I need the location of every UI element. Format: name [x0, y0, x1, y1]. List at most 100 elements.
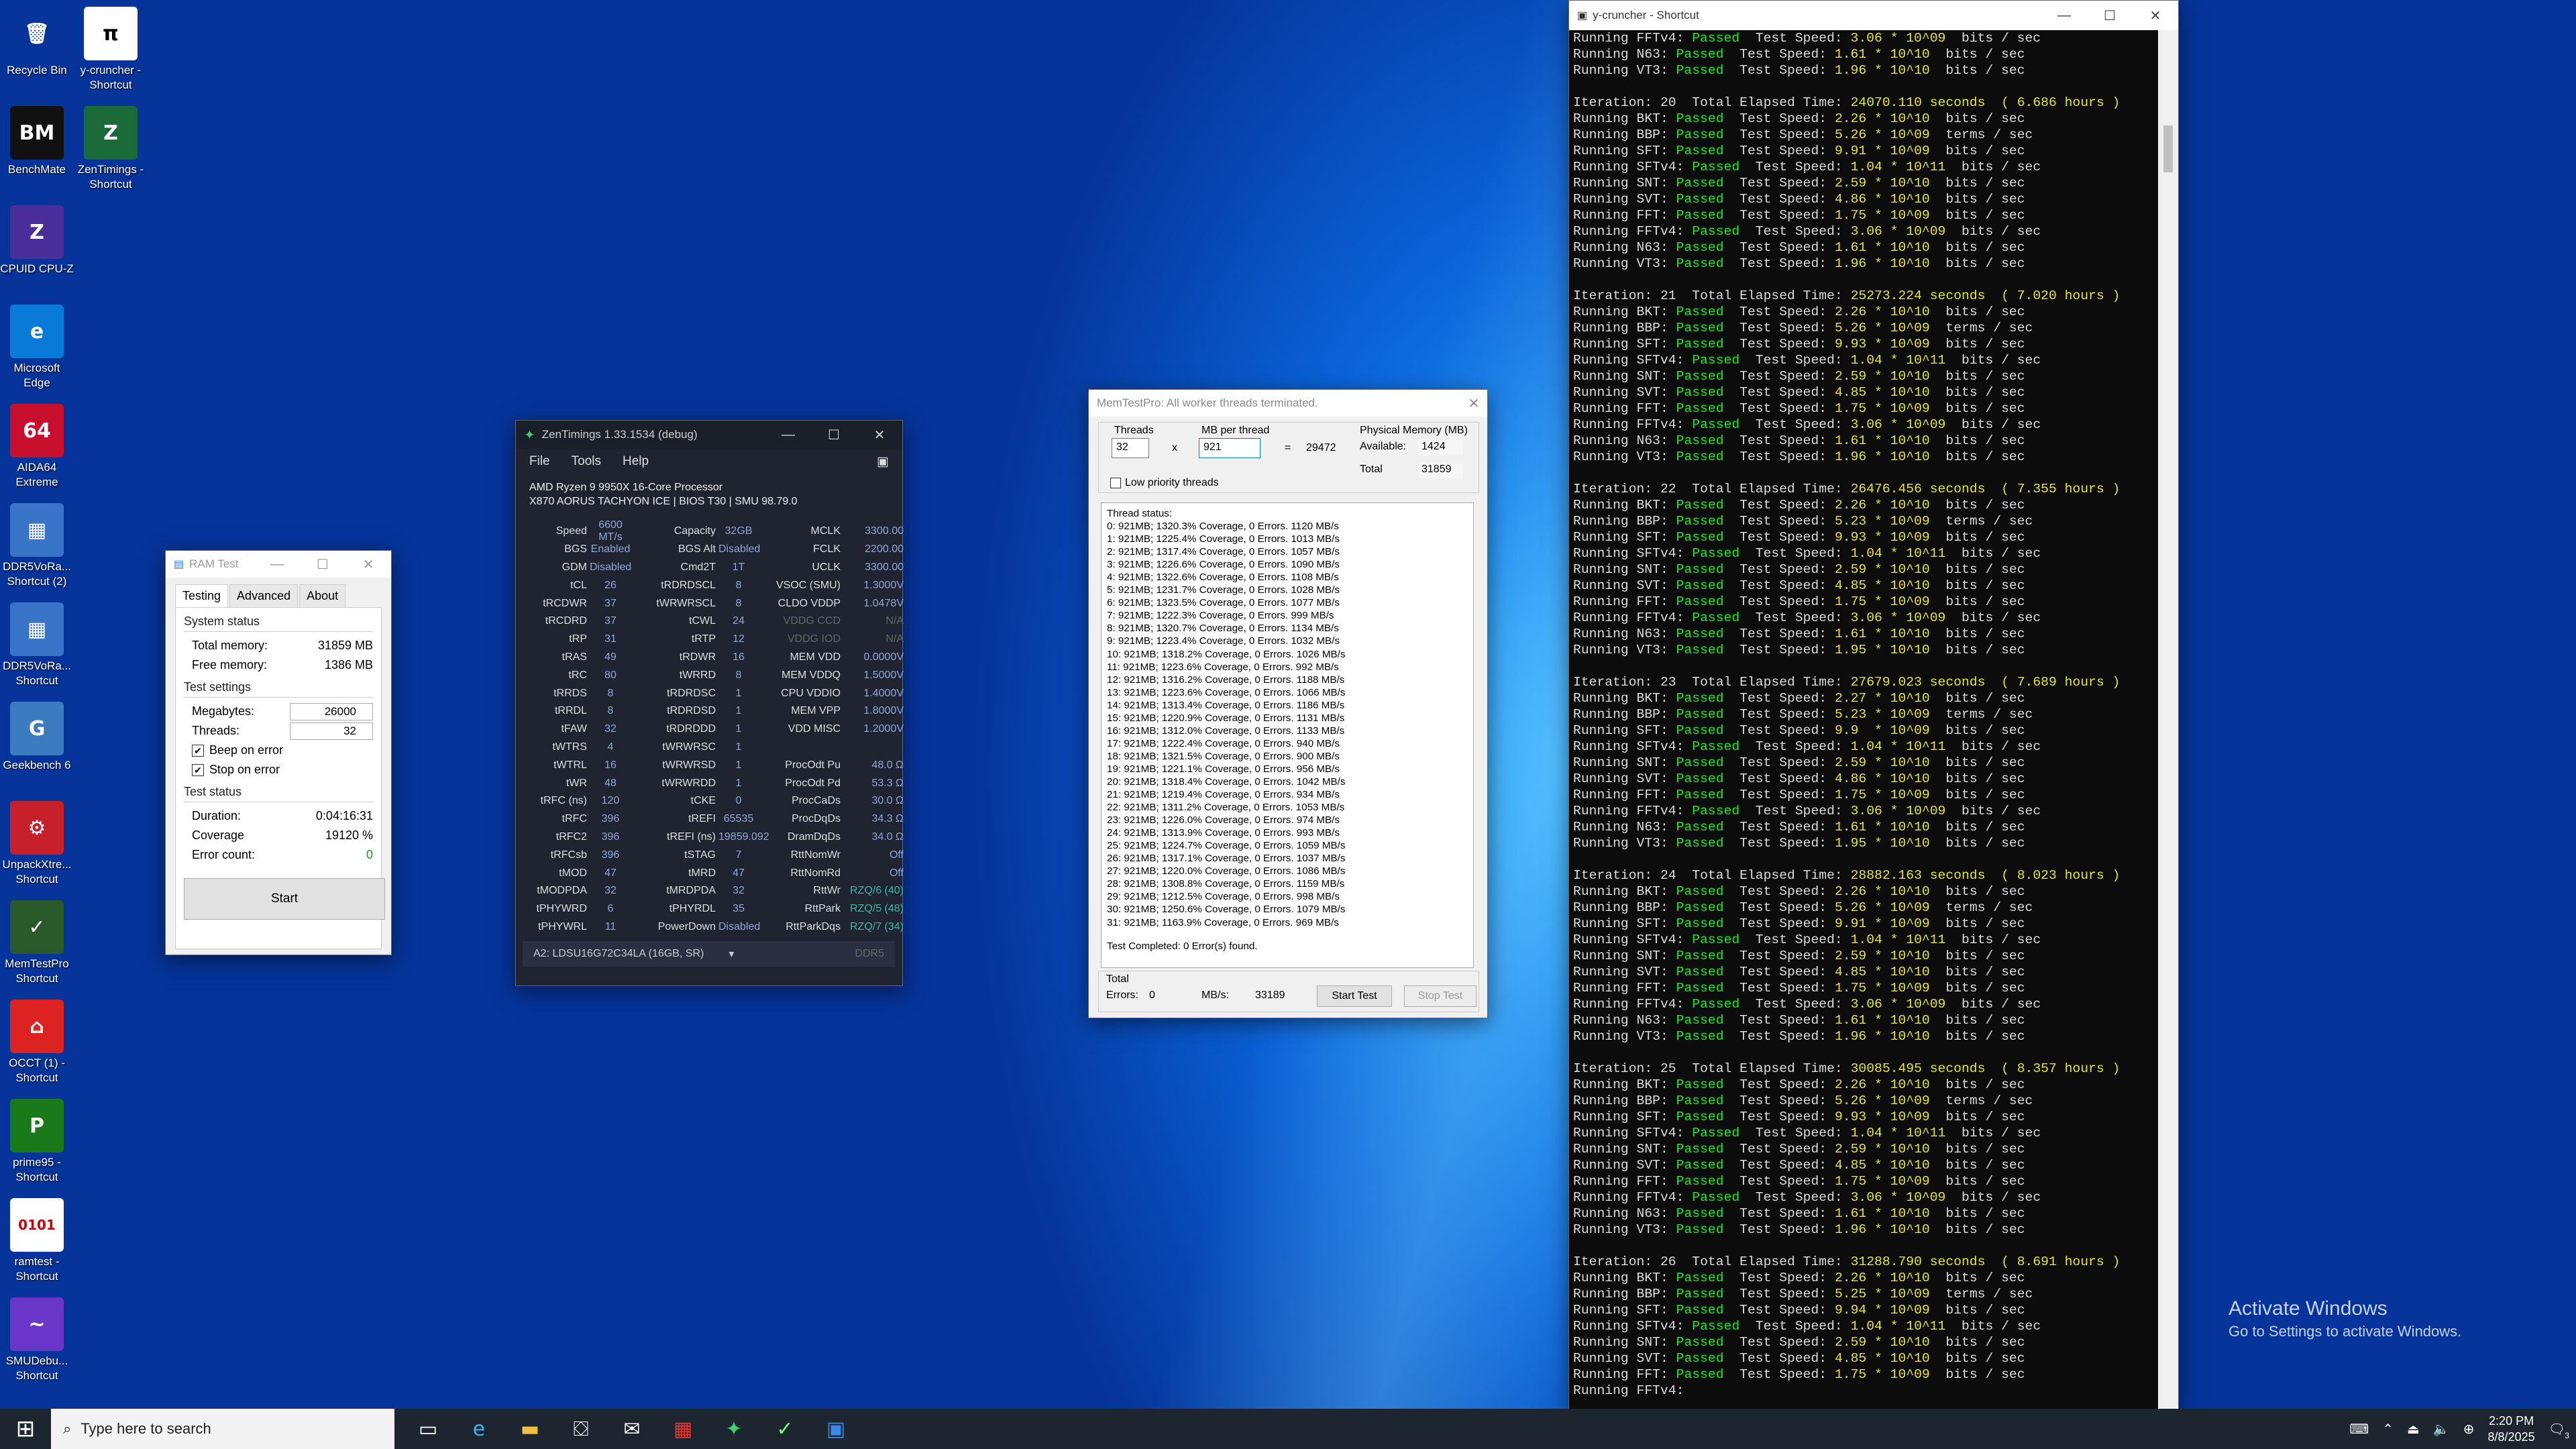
- desktop-icon[interactable]: BM BenchMate: [0, 106, 74, 177]
- notification-icon[interactable]: 🗨 3: [2548, 1421, 2569, 1440]
- timing-value: Enabled: [590, 543, 631, 555]
- terminal-text: FFTv4: [1636, 804, 1676, 818]
- desktop-icon[interactable]: Pprime95 - Shortcut: [0, 1099, 74, 1185]
- low-priority-checkbox[interactable]: [1110, 478, 1121, 488]
- desktop-icon[interactable]: π y-cruncher - Shortcut: [74, 7, 148, 93]
- terminal-text: Test Speed:: [1755, 804, 1843, 818]
- taskbar-search-box[interactable]: ⌕ Type here to search: [51, 1409, 394, 1449]
- terminal-text: 30085.495 seconds: [1850, 1061, 1986, 1076]
- thread-status-line: 3: 921MB; 1226.6% Coverage, 0 Errors. 10…: [1107, 559, 1340, 571]
- ramtest-app-icon: ▤: [174, 559, 184, 570]
- terminal-line: Running BKT: Passed Test Speed: 2.26 * 1…: [1573, 1077, 2157, 1093]
- threads-input[interactable]: 32: [1112, 438, 1149, 458]
- stop-checkbox[interactable]: ✔: [192, 763, 204, 776]
- desktop-icon[interactable]: ✓ MemTestPro Shortcut: [0, 900, 74, 986]
- terminal-taskbar-icon[interactable]: ▣: [810, 1409, 861, 1449]
- ramtest-taskbar-icon[interactable]: ▦: [657, 1409, 708, 1449]
- threads-stepper[interactable]: 32: [290, 722, 373, 740]
- zentimings-taskbar-icon[interactable]: ✦: [708, 1409, 759, 1449]
- start-test-button[interactable]: Start Test: [1317, 985, 1392, 1007]
- terminal-text: bits / sec: [1945, 981, 2025, 996]
- terminal-text: BBP: [1636, 900, 1660, 915]
- menu-help[interactable]: Help: [623, 454, 649, 470]
- close-icon[interactable]: ✕: [1460, 390, 1487, 417]
- maximize-icon[interactable]: ☐: [300, 551, 345, 578]
- desktop-icon[interactable]: 64 AIDA64 Extreme: [0, 404, 74, 490]
- close-icon[interactable]: ✕: [857, 421, 902, 449]
- beep-checkbox[interactable]: ✔: [192, 744, 204, 757]
- desktop-icon[interactable]: Z CPUID CPU-Z: [0, 205, 74, 276]
- task-view-icon[interactable]: ▭: [402, 1409, 453, 1449]
- network-icon[interactable]: ⊕: [2463, 1421, 2475, 1438]
- mail-icon[interactable]: ✉: [606, 1409, 657, 1449]
- terminal-text: :: [1676, 546, 1693, 561]
- store-icon[interactable]: ⛋: [555, 1409, 606, 1449]
- terminal-text: 2.26 * 10^10: [1834, 884, 1930, 899]
- desktop-icon[interactable]: 0101 ramtest - Shortcut: [0, 1198, 74, 1284]
- maximize-icon[interactable]: ☐: [2087, 1, 2133, 30]
- ramtest-titlebar[interactable]: ▤ RAM Test — ☐ ✕: [166, 551, 391, 578]
- desktop-icon[interactable]: ⚙ UnpackXtre... Shortcut: [0, 801, 74, 887]
- terminal-line: Running SNT: Passed Test Speed: 2.59 * 1…: [1573, 948, 2157, 964]
- keyboard-icon[interactable]: ⌨: [2349, 1421, 2369, 1438]
- thread-status-line: 8: 921MB; 1320.7% Coverage, 0 Errors. 11…: [1107, 623, 1339, 635]
- minimize-icon[interactable]: —: [765, 421, 811, 449]
- minimize-icon[interactable]: —: [2041, 1, 2087, 30]
- desktop-icon[interactable]: e Microsoft Edge: [0, 305, 74, 390]
- megabytes-stepper[interactable]: 26000: [290, 702, 373, 720]
- desktop-icon-label: Recycle Bin: [7, 64, 67, 76]
- terminal-text: Passed: [1676, 755, 1724, 770]
- tab-testing[interactable]: Testing: [175, 584, 229, 607]
- terminal-text: :: [1676, 997, 1693, 1012]
- stop-test-button[interactable]: Stop Test: [1404, 985, 1477, 1007]
- zen-titlebar[interactable]: ✦ ZenTimings 1.33.1534 (debug) — ☐ ✕: [516, 421, 902, 449]
- mb-per-thread-input[interactable]: 921: [1199, 438, 1260, 458]
- menu-file[interactable]: File: [529, 454, 550, 470]
- tab-advanced[interactable]: Advanced: [229, 584, 299, 607]
- desktop-icon[interactable]: ~ SMUDebu... Shortcut: [0, 1297, 74, 1383]
- menu-tools[interactable]: Tools: [572, 454, 601, 470]
- screenshot-icon[interactable]: ▣: [877, 454, 889, 470]
- chevron-up-icon[interactable]: ⌃: [2382, 1421, 2394, 1438]
- desktop-icon[interactable]: ▦ DDR5VoRa... Shortcut (2): [0, 503, 74, 589]
- memtestpro-taskbar-icon[interactable]: ✓: [759, 1409, 810, 1449]
- dimm-selector[interactable]: A2: LDSU16G72C34LA (16GB, SR) ▾ DDR5: [523, 941, 895, 967]
- maximize-icon[interactable]: ☐: [811, 421, 857, 449]
- terminal-text: BKT: [1636, 498, 1660, 513]
- terminal-scrollbar[interactable]: [2158, 30, 2178, 1412]
- desktop-icon[interactable]: Z ZenTimings - Shortcut: [74, 106, 148, 192]
- usb-icon[interactable]: ⏏: [2407, 1421, 2420, 1438]
- desktop-icon[interactable]: ▦ DDR5VoRa... Shortcut: [0, 602, 74, 688]
- terminal-text: 9.91 * 10^09: [1834, 916, 1930, 931]
- terminal-line: Running SFT: Passed Test Speed: 9.93 * 1…: [1573, 1109, 2157, 1125]
- desktop-icon[interactable]: G Geekbench 6: [0, 702, 74, 773]
- minimize-icon[interactable]: —: [254, 551, 300, 578]
- start-button-icon[interactable]: ⊞: [0, 1409, 51, 1449]
- desktop-icon[interactable]: ⌂ OCCT (1) - Shortcut: [0, 1000, 74, 1085]
- clock[interactable]: 2:20 PM 8/8/2025: [2488, 1413, 2535, 1445]
- timing-label: RttNomRd: [790, 867, 841, 879]
- desktop-icon-label: ramtest - Shortcut: [14, 1255, 60, 1283]
- file-explorer-icon[interactable]: ▬: [504, 1409, 555, 1449]
- start-button[interactable]: Start: [184, 878, 385, 920]
- desktop-icon[interactable]: 🗑 Recycle Bin: [0, 7, 74, 78]
- volume-icon[interactable]: 🔈: [2433, 1421, 2450, 1438]
- terminal-text: SFT: [1636, 1303, 1660, 1318]
- close-icon[interactable]: ✕: [2133, 1, 2178, 30]
- tab-about[interactable]: About: [299, 584, 346, 607]
- terminal-text: bits / sec: [1945, 723, 2025, 738]
- edge-icon[interactable]: e: [453, 1409, 504, 1449]
- terminal-titlebar[interactable]: ▣ y-cruncher - Shortcut — ☐ ✕: [1569, 1, 2178, 30]
- mtp-titlebar[interactable]: MemTestPro: All worker threads terminate…: [1089, 390, 1487, 417]
- close-icon[interactable]: ✕: [345, 551, 391, 578]
- terminal-text: 2.59 * 10^10: [1834, 562, 1930, 577]
